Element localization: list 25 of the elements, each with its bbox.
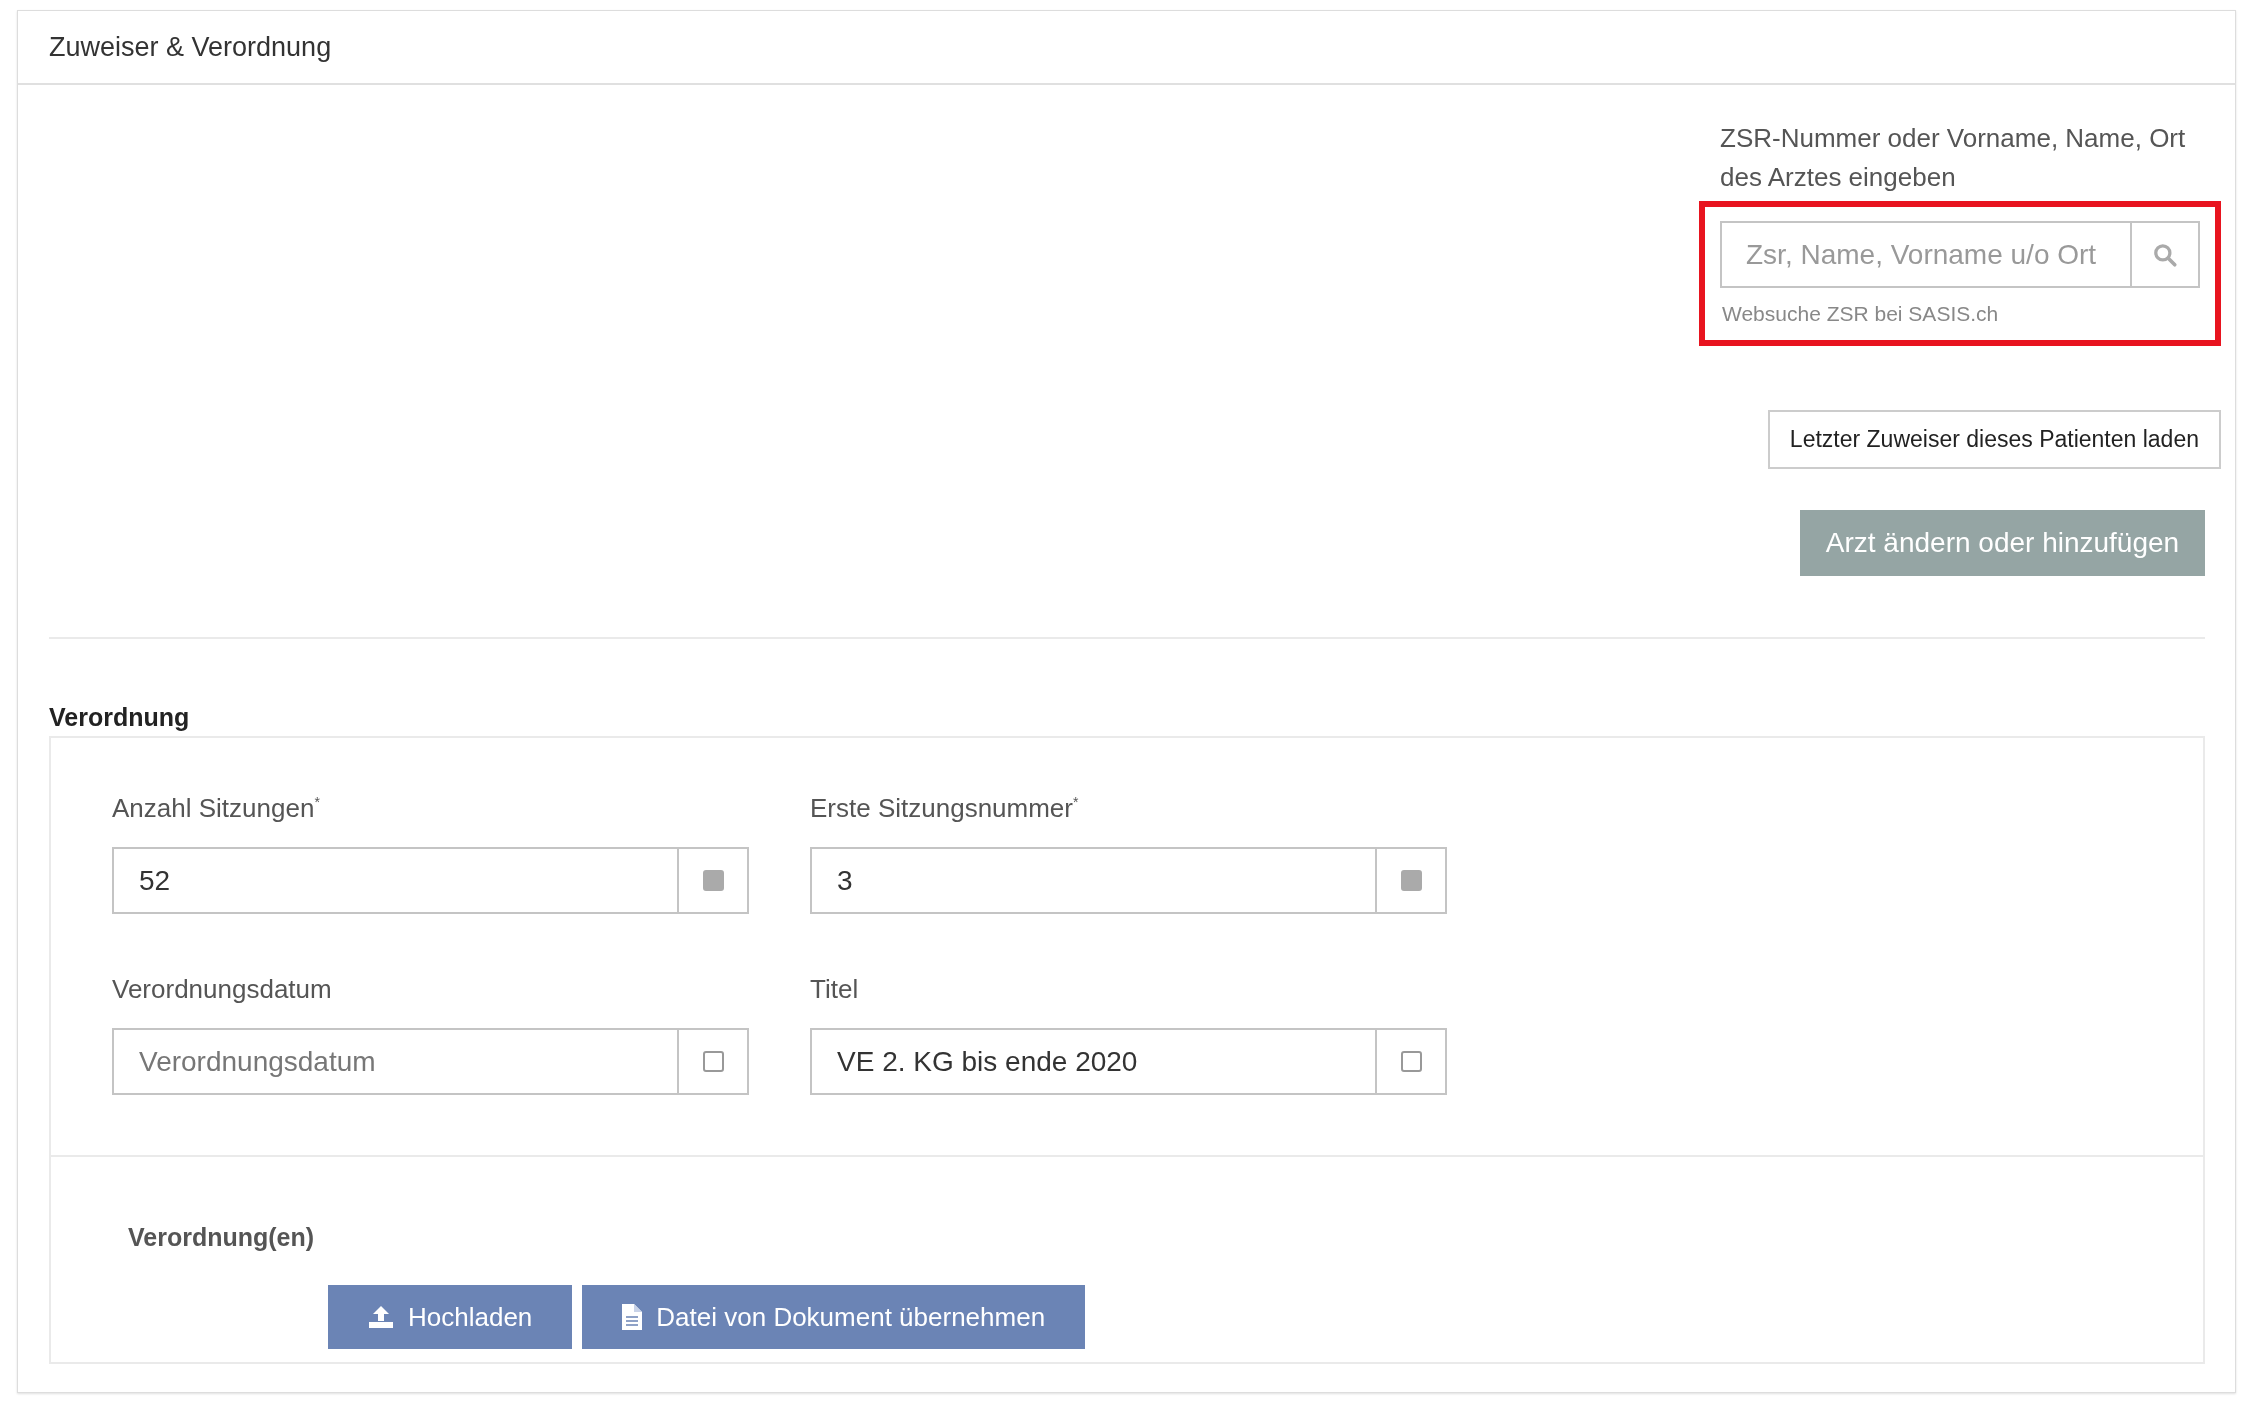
field-label: Erste Sitzungsnummer$^{*}$ xyxy=(810,793,1080,825)
search-label: ZSR-Nummer oder Vorname, Name, Ort des Arztes eingeben xyxy=(1719,122,2187,194)
input-field[interactable]: 52 xyxy=(112,847,677,914)
panel-title: Zuweiser & Verordnung xyxy=(49,31,332,63)
search-icon xyxy=(2152,241,2178,268)
checkbox[interactable] xyxy=(702,1051,724,1072)
search-field[interactable]: Zsr, Name, Vorname u/o Ort xyxy=(1720,221,2130,288)
search-button[interactable] xyxy=(2130,221,2200,288)
field-label: Anzahl Sitzungen$^{*}$ xyxy=(112,793,321,825)
document-icon xyxy=(622,1304,643,1330)
checkbox[interactable] xyxy=(702,870,724,891)
subsection-heading: Verordnung(en) xyxy=(128,1223,316,1252)
web-search-link[interactable]: Websuche ZSR bei SASIS.ch xyxy=(1720,302,2200,326)
checkbox[interactable] xyxy=(1400,1051,1422,1072)
input-field[interactable]: 3 xyxy=(810,847,1375,914)
upload-icon xyxy=(368,1305,394,1329)
checkbox[interactable] xyxy=(1400,870,1422,891)
input-field[interactable]: VE 2. KG bis ende 2020 xyxy=(810,1028,1375,1095)
section-heading: Verordnung xyxy=(49,703,191,733)
field-label: Verordnungsdatum xyxy=(112,974,333,1006)
doctor-button[interactable]: Letzter Zuweiser dieses Patienten laden xyxy=(1767,410,2221,469)
document-button[interactable]: Hochladen xyxy=(328,1285,573,1349)
field-label: Titel xyxy=(810,974,860,1006)
input-field[interactable]: Verordnungsdatum xyxy=(112,1028,677,1095)
document-button[interactable]: Datei von Dokument übernehmen xyxy=(582,1285,1086,1349)
